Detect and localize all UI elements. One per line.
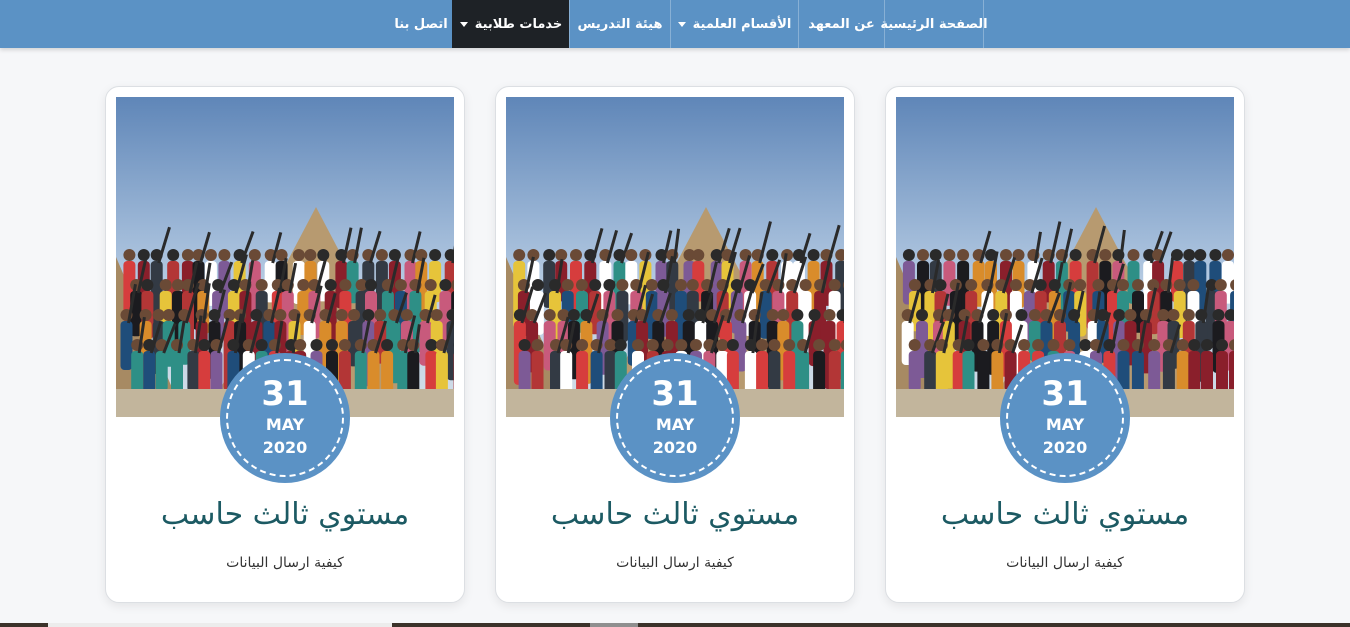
news-card[interactable]: 31 MAY 2020 مستوي ثالث حاسب كيفية ارسال البي… — [885, 86, 1245, 603]
nav-menu: الصفحة الرئيسية عن المعهد الأقسام العلمي… — [390, 0, 988, 48]
nav-label-faculty: هيئة التدريس — [577, 16, 663, 32]
date-month: MAY — [1045, 415, 1085, 434]
date-month: MAY — [655, 415, 695, 434]
news-card[interactable]: 31 MAY 2020 مستوي ثالث حاسب كيفية ارسال البي… — [495, 86, 855, 603]
nav-item-faculty[interactable]: هيئة التدريس — [569, 0, 670, 48]
nav-label-student-services: خدمات طلابية — [474, 16, 563, 32]
date-day: 31 — [261, 374, 309, 414]
nav-label-home: الصفحة الرئيسية — [880, 16, 988, 32]
date-badge: 31 MAY 2020 — [220, 353, 350, 483]
nav-item-about[interactable]: عن المعهد — [798, 0, 884, 48]
card-title[interactable]: مستوي ثالث حاسب — [106, 495, 464, 535]
main-navbar: الصفحة الرئيسية عن المعهد الأقسام العلمي… — [0, 0, 1350, 48]
nav-label-about: عن المعهد — [808, 16, 875, 32]
card-subtitle: كيفية ارسال البيانات — [1006, 555, 1124, 571]
card-subtitle: كيفية ارسال البيانات — [226, 555, 344, 571]
nav-label-departments: الأقسام العلمية — [692, 16, 792, 32]
nav-item-home[interactable]: الصفحة الرئيسية — [880, 0, 988, 48]
nav-item-student-services[interactable]: خدمات طلابية — [452, 0, 569, 48]
chevron-down-icon — [677, 21, 686, 27]
date-year: 2020 — [262, 438, 308, 457]
date-badge: 31 MAY 2020 — [610, 353, 740, 483]
date-month: MAY — [265, 415, 305, 434]
date-year: 2020 — [652, 438, 698, 457]
news-card[interactable]: 31 MAY 2020 مستوي ثالث حاسب كيفية ارسال البي… — [105, 86, 465, 603]
date-day: 31 — [651, 374, 699, 414]
card-title[interactable]: مستوي ثالث حاسب — [496, 495, 854, 535]
nav-item-departments[interactable]: الأقسام العلمية — [670, 0, 798, 48]
bottom-strip — [0, 623, 1350, 627]
nav-label-contact: اتصل بنا — [394, 16, 448, 32]
card-subtitle: كيفية ارسال البيانات — [616, 555, 734, 571]
date-year: 2020 — [1042, 438, 1088, 457]
nav-item-contact[interactable]: اتصل بنا — [390, 0, 452, 48]
date-day: 31 — [1041, 374, 1089, 414]
card-title[interactable]: مستوي ثالث حاسب — [886, 495, 1244, 535]
date-badge: 31 MAY 2020 — [1000, 353, 1130, 483]
chevron-down-icon — [459, 21, 468, 27]
